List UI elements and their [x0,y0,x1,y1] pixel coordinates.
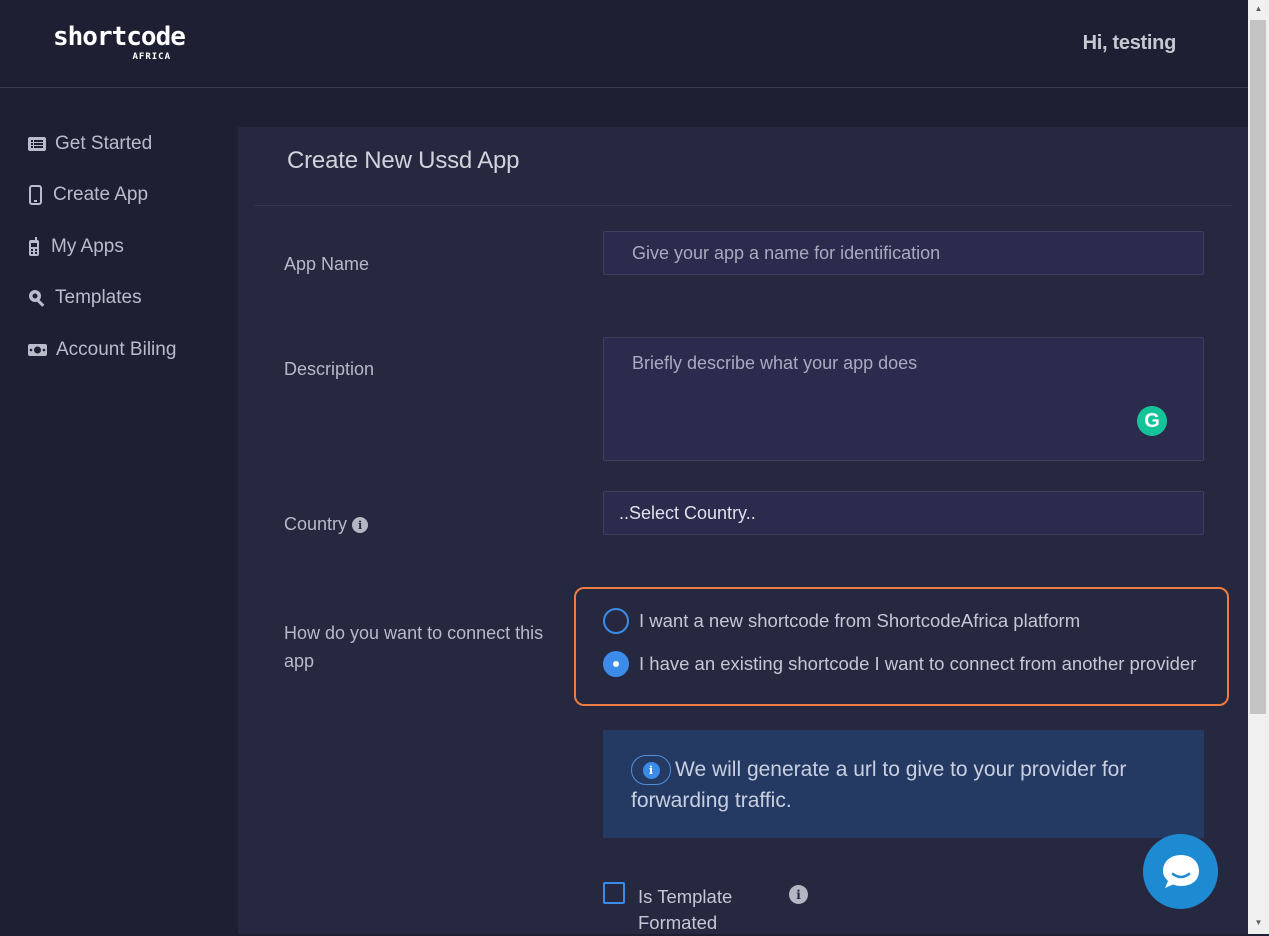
sidebar-item-my-apps[interactable]: My Apps [28,232,124,262]
scroll-down-arrow[interactable]: ▼ [1248,914,1269,932]
radio-label: I have an existing shortcode I want to c… [639,653,1197,674]
top-header: shortcode AFRICA Hi, testing [0,0,1248,88]
page-title: Create New Ussd App [287,147,520,174]
mobile-icon [29,185,42,205]
shortcode-africa-logo[interactable]: shortcode AFRICA [53,20,186,64]
money-icon [28,344,47,356]
sidebar: Get Started Create App My Apps Templates [0,89,238,934]
radio-new-shortcode[interactable]: I want a new shortcode from ShortcodeAfr… [603,608,1080,634]
app-name-label: App Name [284,254,370,274]
description-placeholder: Briefly describe what your app does [632,353,918,373]
sidebar-item-templates[interactable]: Templates [28,283,142,313]
sidebar-item-label: Templates [55,287,142,308]
connect-options-group: I want a new shortcode from ShortcodeAfr… [574,587,1229,706]
radio-label: I want a new shortcode from ShortcodeAfr… [639,610,1081,631]
search-icon [29,290,45,307]
info-icon: i [631,755,671,786]
country-label: Country i [284,514,369,535]
template-checkbox[interactable] [603,882,625,904]
template-info-icon[interactable]: i [789,885,808,904]
chat-launcher-button[interactable] [1143,834,1218,909]
description-label: Description [284,359,375,379]
radio-button-checked[interactable] [603,651,629,677]
scroll-thumb[interactable] [1250,20,1266,714]
sidebar-item-label: Create App [53,184,149,205]
grammarly-icon[interactable]: G [1137,406,1167,436]
divider [254,205,1232,206]
country-select[interactable]: ..Select Country.. [603,491,1204,535]
list-icon [28,137,46,151]
country-selected-value: ..Select Country.. [619,503,756,523]
info-icon[interactable]: i [352,517,369,534]
logo-text: shortcode [53,22,186,52]
chat-bubble-icon [1162,854,1199,888]
sidebar-item-label: Get Started [55,133,153,154]
create-app-panel: Create New Ussd App App Name Give your a… [238,127,1248,934]
alert-text: We will generate a url to give to your p… [631,758,1127,813]
sidebar-item-account-billing[interactable]: Account Biling [28,335,176,365]
app-name-input[interactable]: Give your app a name for identification [603,231,1204,275]
connect-label: How do you want to connect this app [284,623,544,671]
country-label-text: Country [284,514,348,534]
sidebar-item-label: Account Biling [56,339,177,360]
user-greeting[interactable]: Hi, testing [1083,32,1177,55]
app-name-placeholder: Give your app a name for identification [632,243,941,263]
logo-subtext: AFRICA [132,52,171,62]
scroll-up-arrow[interactable]: ▲ [1248,0,1269,18]
radio-button[interactable] [603,608,629,634]
sidebar-item-create-app[interactable]: Create App [28,180,148,210]
description-textarea[interactable]: Briefly describe what your app does G [603,337,1204,461]
sidebar-item-label: My Apps [51,236,124,257]
sidebar-item-get-started[interactable]: Get Started [28,129,152,159]
phone-icon [29,237,39,256]
radio-existing-shortcode[interactable]: I have an existing shortcode I want to c… [603,651,1196,677]
template-checkbox-label: Is Template Formated [638,886,733,933]
page-scrollbar[interactable]: ▲ ▼ [1248,0,1269,934]
info-alert: i We will generate a url to give to your … [603,730,1204,838]
